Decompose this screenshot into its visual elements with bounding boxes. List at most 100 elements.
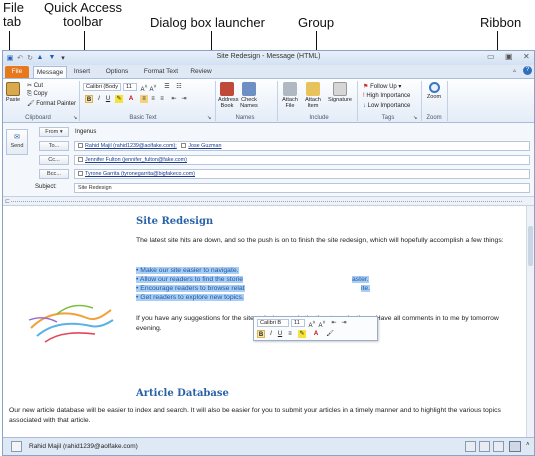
font-size-select[interactable]: 11 [123,83,137,91]
decrease-indent-icon[interactable]: ⇤ [170,95,178,103]
person-thumb-icon[interactable] [479,441,490,452]
mini-font-color-icon[interactable]: A [312,330,320,338]
help-icon[interactable]: ? [523,66,532,75]
address-book-button[interactable]: Address Book [218,82,239,109]
contact-photo-icon [11,441,22,452]
bcc-button[interactable]: Bcc... [39,169,69,179]
callout-dialog-launcher: Dialog box launcher [150,15,265,30]
ribbon: Paste ✂ Cut ⎘ Copy 🖌 Format Painter Clip… [3,78,534,123]
mini-highlight-icon[interactable]: ✎ [298,330,306,338]
bold-icon[interactable]: B [85,95,93,103]
tab-file[interactable]: File [5,66,29,78]
mini-italic-icon[interactable]: I [267,330,275,338]
mini-size-select[interactable]: 11 [291,319,305,327]
cc-button[interactable]: Cc... [39,155,69,165]
paperclip-icon [283,82,297,96]
italic-icon[interactable]: I [95,95,103,103]
copy-label: Copy [33,91,48,97]
zoom-label: Zoom [426,94,442,100]
separator [277,81,278,121]
cut-label: Cut [33,83,44,89]
mini-underline-icon[interactable]: U [276,330,284,338]
zoom-button[interactable]: Zoom [425,82,443,100]
subject-field[interactable]: Site Redesign [74,183,530,193]
mini-outdent-icon[interactable]: ⇥ [340,319,348,327]
mini-align-icon[interactable]: ≡ [286,330,294,338]
mini-grow-font-icon[interactable]: A˄ [308,319,316,329]
window-title: Site Redesign - Message (HTML) [216,53,321,60]
flag-icon: ⚑ [363,84,369,90]
signature-button[interactable]: Signature [327,82,353,103]
to-recipient-1: Rahid Majil (rahid1239@aolfake.com); [85,143,177,149]
attach-file-button[interactable]: Attach File [281,82,299,109]
to-button[interactable]: To... [39,141,69,151]
contact-icon [78,157,83,162]
paste-icon [6,82,20,96]
high-importance-button[interactable]: ! High Importance [363,93,410,99]
send-button[interactable]: ✉ Send [6,129,28,155]
mini-font-select[interactable]: Calibri B [257,319,289,327]
align-left-icon[interactable]: ≡ [140,95,148,103]
tab-message[interactable]: Message [33,66,67,78]
tab-insert[interactable]: Insert [71,66,93,78]
mini-format-painter-icon[interactable]: 🖌 [326,330,334,338]
scroll-thumb[interactable] [528,226,533,266]
close-icon[interactable]: ✕ [523,52,530,61]
cut-button[interactable]: ✂ Cut [27,82,43,89]
mini-indent-icon[interactable]: ⇤ [330,319,338,327]
shrink-font-icon[interactable]: A˅ [149,83,157,93]
maximize-icon[interactable]: ▣ [505,52,513,61]
check-names-button[interactable]: Check Names [240,82,258,109]
group-label-names: Names [235,115,255,121]
follow-up-button[interactable]: ⚑ Follow Up ▾ [363,83,401,90]
grow-font-icon[interactable]: A˄ [140,83,148,93]
mini-toolbar: Calibri B 11 A˄ A˅ ⇤ ⇥ B I U ≡ ✎ A 🖌 [253,316,378,341]
from-label: From [45,129,59,135]
numbering-icon[interactable]: ☷ [175,83,183,91]
to-recipient-2: Jose Guzman [188,143,222,149]
format-painter-button[interactable]: 🖌 Format Painter [27,100,76,107]
minimize-icon[interactable]: ▭ [487,52,495,61]
clipboard-launcher-icon[interactable]: ↘ [73,115,77,121]
tab-review[interactable]: Review [187,66,215,78]
font-name-select[interactable]: Calibri (Body [83,83,121,91]
people-pane-toggle-icon[interactable] [509,441,521,452]
tab-format-text[interactable]: Format Text [141,66,181,78]
paste-label: Paste [5,97,21,103]
mini-shrink-font-icon[interactable]: A˅ [318,319,326,329]
from-button[interactable]: From ▾ [39,127,69,137]
person-thumb-icon[interactable] [465,441,476,452]
send-icon: ✉ [14,134,20,141]
from-value: Ingenus [75,129,97,135]
send-label: Send [10,143,24,149]
copy-button[interactable]: ⎘ Copy [27,91,47,98]
vertical-scrollbar[interactable] [526,206,534,437]
low-importance-button[interactable]: ↓ Low Importance [363,103,410,109]
tab-options[interactable]: Options [103,66,131,78]
attach-item-button[interactable]: Attach Item [303,82,323,109]
align-right-icon[interactable]: ≡ [158,95,166,103]
bcc-field[interactable]: Tyrone Garrita (tyronegarrita@bigfakeco.… [74,169,530,179]
address-book-label: Address Book [218,97,239,109]
font-color-icon[interactable]: A [127,95,135,103]
title-bar: ▣ ↶ ↻ ▲ ▼ ▾ Site Redesign - Message (HTM… [3,51,534,65]
heading-article-database: Article Database [136,388,229,399]
mini-bold-icon[interactable]: B [257,330,265,338]
minimize-ribbon-icon[interactable]: ▵ [513,67,516,74]
person-thumb-icon[interactable] [493,441,504,452]
bullets-icon[interactable]: ☰ [163,83,171,91]
tags-launcher-icon[interactable]: ↘ [413,115,417,121]
bullet-item-2: • Allow our readers to find the storie [136,276,244,283]
align-center-icon[interactable]: ≡ [149,95,157,103]
paste-button[interactable]: Paste [5,82,21,103]
increase-indent-icon[interactable]: ⇥ [180,95,188,103]
low-importance-label: Low Importance [367,103,411,109]
basic-text-launcher-icon[interactable]: ↘ [207,115,211,121]
outlook-message-window: ▣ ↶ ↻ ▲ ▼ ▾ Site Redesign - Message (HTM… [2,50,535,456]
to-field[interactable]: Rahid Majil (rahid1239@aolfake.com); Jos… [74,141,530,151]
underline-icon[interactable]: U [104,95,112,103]
ruler-tab-icon[interactable]: ⊏ [5,198,10,205]
expand-people-pane-icon[interactable]: ˄ [526,442,530,448]
highlight-icon[interactable]: ✎ [115,95,123,103]
cc-field[interactable]: Jennifer Fulton (jennifer_fulton@fake.co… [74,155,530,165]
